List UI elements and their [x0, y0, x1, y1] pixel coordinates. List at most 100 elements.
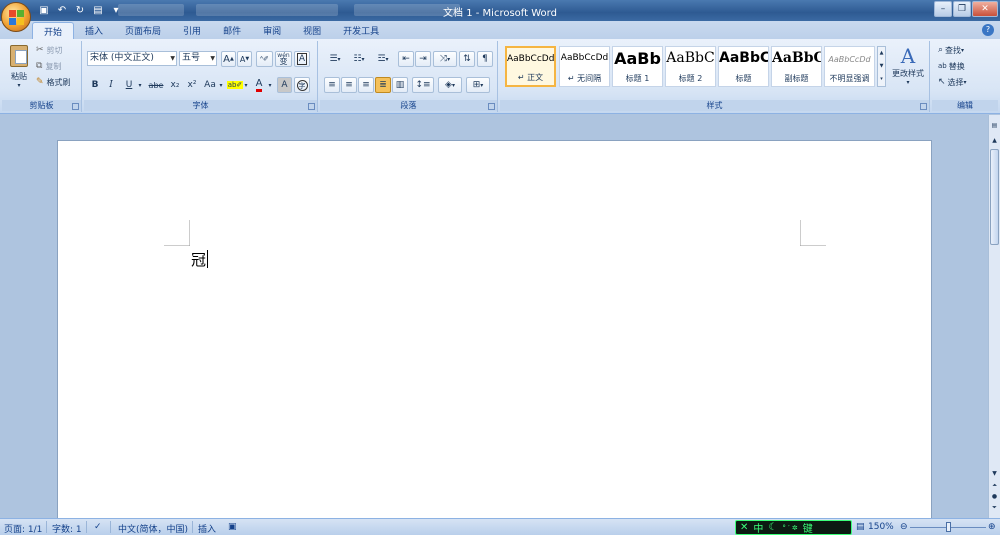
dialog-launcher-icon[interactable] — [308, 103, 315, 110]
chinese-layout-button[interactable]: ⤨ ▾ — [433, 51, 457, 67]
ruler-toggle-icon[interactable]: ▤ — [990, 122, 999, 131]
char-shading-button[interactable]: A — [277, 77, 292, 93]
word-count[interactable]: 字数: 1 — [52, 522, 82, 535]
borders-button[interactable]: ⊞ ▾ — [466, 77, 490, 93]
align-left-button[interactable]: ≡ — [324, 77, 340, 93]
tab-review[interactable]: 审阅 — [252, 22, 292, 39]
outdent-icon: ⇤ — [402, 54, 410, 64]
clipboard-icon — [10, 45, 28, 67]
tab-view[interactable]: 视图 — [292, 22, 332, 39]
italic-button[interactable]: I — [104, 77, 118, 93]
sort-button[interactable]: ⇅ — [459, 51, 475, 67]
tab-mailings[interactable]: 邮件 — [212, 22, 252, 39]
strikethrough-button[interactable]: abe — [147, 77, 165, 93]
align-right-button[interactable]: ≡ — [358, 77, 374, 93]
paragraph-group: ☰ ▾ ☷ ▾ ☲ ▾ ⇤ ⇥ ⤨ ▾ ⇅ ¶ ≡ ≡ ≡ ≣ ▥ ↕≡ ◈ ▾ ⊞ ▾ 段… — [320, 41, 498, 112]
language-indicator[interactable]: 中文(简体，中国) — [118, 522, 188, 535]
show-marks-button[interactable]: ¶ — [477, 51, 493, 67]
tab-developer[interactable]: 开发工具 — [332, 22, 390, 39]
tab-home[interactable]: 开始 — [32, 22, 75, 39]
style-subtitle[interactable]: AaBbC 副标题 — [771, 46, 822, 87]
line-spacing-button[interactable]: ↕≡ — [412, 77, 434, 93]
proofing-icon[interactable]: ✓ — [94, 522, 102, 532]
bold-button[interactable]: B — [88, 77, 102, 93]
superscript-button[interactable]: x² — [185, 77, 199, 93]
dropdown-arrow-icon: ▼ — [170, 55, 175, 62]
style-title[interactable]: AaBbC 标题 — [718, 46, 769, 87]
copy-button[interactable]: ⧉ 复制 — [36, 59, 61, 73]
zoom-slider-thumb[interactable] — [946, 522, 951, 532]
font-color-dropdown-icon[interactable]: ▾ — [267, 77, 273, 93]
enclose-chars-button[interactable]: 字 — [294, 77, 310, 93]
restore-button[interactable]: ❐ — [953, 1, 971, 17]
justify-button[interactable]: ≣ — [375, 77, 391, 93]
replace-button[interactable]: ab 替换 — [938, 59, 965, 73]
dialog-launcher-icon[interactable] — [488, 103, 495, 110]
highlight-dropdown-icon[interactable]: ▾ — [243, 77, 249, 93]
styles-gallery-scroll[interactable]: ▲ ▼ ▾ — [877, 46, 886, 87]
tab-references[interactable]: 引用 — [172, 22, 212, 39]
subscript-button[interactable]: x₂ — [168, 77, 182, 93]
bullets-button[interactable]: ☰ ▾ — [324, 51, 346, 67]
zoom-in-icon[interactable]: ⊕ — [988, 522, 996, 532]
format-painter-button[interactable]: ✎ 格式刷 — [36, 75, 71, 89]
macro-record-icon[interactable]: ▣ — [228, 522, 237, 532]
multilevel-list-button[interactable]: ☲ ▾ — [372, 51, 394, 67]
minimize-button[interactable]: – — [934, 1, 952, 17]
style-heading-2[interactable]: AaBbC 标题 2 — [665, 46, 716, 87]
binoculars-icon: ⌕ — [938, 45, 944, 55]
document-text[interactable]: 冠 — [191, 249, 209, 270]
shrink-font-button[interactable]: A ▼ — [237, 51, 252, 67]
distributed-button[interactable]: ▥ — [392, 77, 408, 93]
bullet-list-icon: ☰ — [329, 54, 338, 64]
tab-page-layout[interactable]: 页面布局 — [114, 22, 172, 39]
scroll-up-icon[interactable]: ▲ — [990, 137, 999, 146]
ime-toolbar[interactable]: ✕ 中 ☾ ° ′ ✲ 键 — [735, 520, 852, 535]
next-page-icon[interactable]: ⏷ — [990, 504, 999, 513]
decrease-indent-button[interactable]: ⇤ — [398, 51, 414, 67]
change-case-dropdown-icon[interactable]: ▾ — [218, 77, 224, 93]
underline-dropdown-icon[interactable]: ▾ — [136, 77, 144, 93]
font-name-combo[interactable]: 宋体 (中文正文) ▼ — [87, 51, 177, 66]
numbering-button[interactable]: ☷ ▾ — [348, 51, 370, 67]
dialog-launcher-icon[interactable] — [920, 103, 927, 110]
style-normal[interactable]: AaBbCcDd ↵ 正文 — [505, 46, 556, 87]
select-browse-object-icon[interactable]: ● — [990, 493, 999, 502]
shading-button[interactable]: ◈ ▾ — [438, 77, 462, 93]
zoom-out-icon[interactable]: ⊖ — [900, 522, 908, 532]
align-left-icon: ≡ — [328, 80, 336, 90]
scroll-down-icon[interactable]: ▼ — [990, 470, 999, 479]
vertical-scrollbar[interactable]: ▤ ▲ ▼ ⏶ ● ⏷ — [988, 115, 1000, 518]
underline-button[interactable]: U — [122, 77, 136, 93]
ribbon-tab-bar: 开始 插入 页面布局 引用 邮件 审阅 视图 开发工具 ? — [0, 21, 1000, 39]
previous-page-icon[interactable]: ⏶ — [990, 482, 999, 491]
close-button[interactable]: ✕ — [972, 1, 998, 17]
font-size-combo[interactable]: 五号 ▼ — [179, 51, 217, 66]
change-case-button[interactable]: Aa — [202, 77, 218, 93]
font-color-button[interactable]: A — [251, 77, 267, 93]
style-no-spacing[interactable]: AaBbCcDd ↵ 无间隔 — [559, 46, 610, 87]
select-button[interactable]: ↖ 选择 ▾ — [938, 75, 967, 89]
page-count[interactable]: 页面: 1/1 — [4, 522, 42, 535]
change-styles-button[interactable]: A 更改样式 ▾ — [888, 44, 928, 96]
clear-format-icon[interactable]: ᴬ✐ — [256, 51, 273, 67]
align-center-button[interactable]: ≡ — [341, 77, 357, 93]
insert-mode-indicator[interactable]: 插入 — [198, 522, 216, 535]
style-heading-1[interactable]: AaBb 标题 1 — [612, 46, 663, 87]
dialog-launcher-icon[interactable] — [72, 103, 79, 110]
help-icon[interactable]: ? — [982, 24, 994, 36]
char-border-button[interactable]: A — [294, 51, 310, 67]
office-button[interactable] — [1, 2, 31, 32]
tab-insert[interactable]: 插入 — [74, 22, 114, 39]
grow-font-button[interactable]: A ▲ — [221, 51, 236, 67]
find-button[interactable]: ⌕ 查找 ▾ — [938, 43, 964, 57]
increase-indent-button[interactable]: ⇥ — [415, 51, 431, 67]
scrollbar-thumb[interactable] — [990, 149, 999, 245]
highlight-button[interactable]: ab✐ — [226, 77, 244, 93]
view-draft-icon[interactable]: ▤ — [856, 522, 865, 532]
zoom-level[interactable]: 150% — [868, 522, 894, 532]
paste-button[interactable]: 粘贴 ▾ — [6, 43, 32, 93]
style-subtle-emphasis[interactable]: AaBbCcDd 不明显强调 — [824, 46, 875, 87]
cut-button[interactable]: ✂ 剪切 — [36, 43, 63, 57]
phonetic-guide-button[interactable]: wén 变 — [275, 51, 292, 67]
